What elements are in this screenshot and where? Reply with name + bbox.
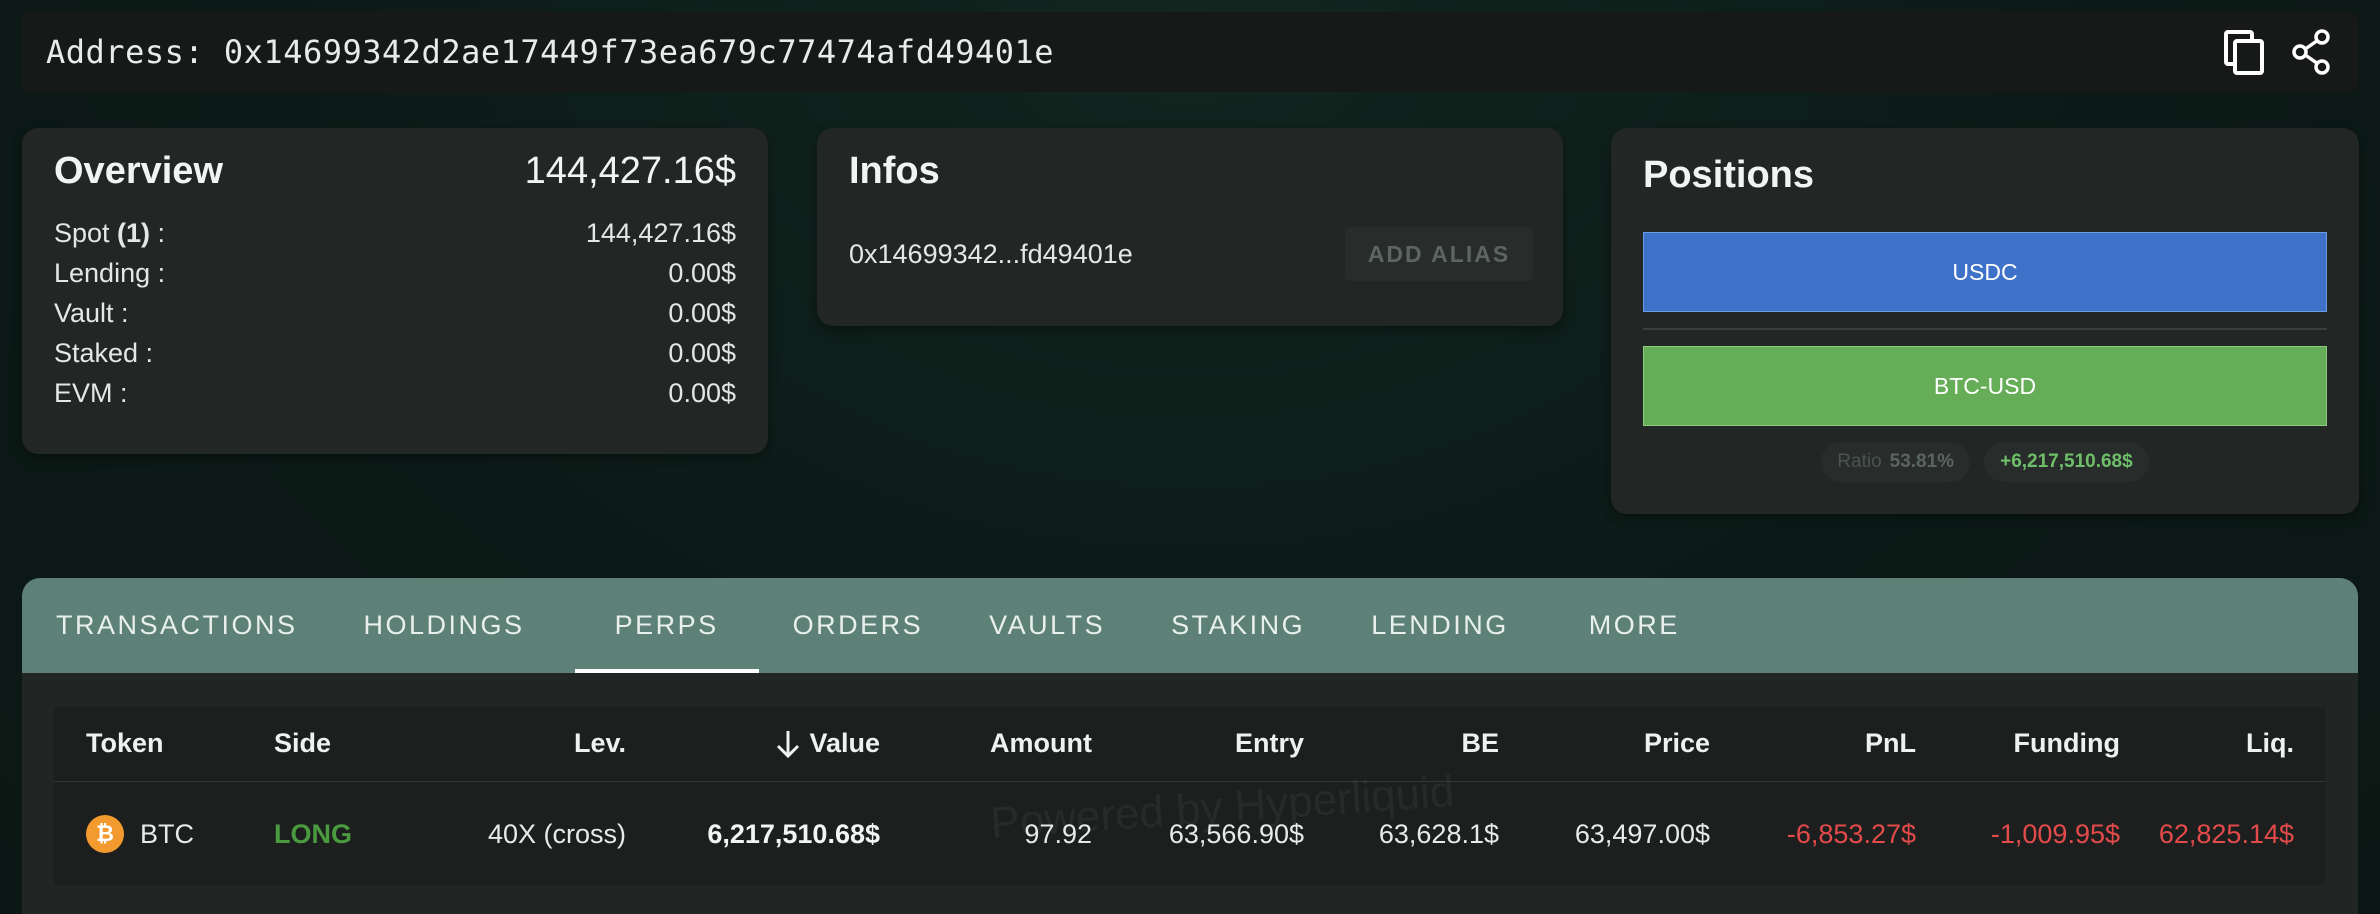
positions-stats: Ratio 53.81% +6,217,510.68$: [1611, 442, 2359, 482]
address-actions: [2220, 28, 2336, 76]
positions-divider: [1643, 328, 2327, 330]
token-symbol: BTC: [140, 818, 194, 849]
col-side[interactable]: Side: [274, 728, 331, 759]
perps-table: Token Side Lev. Value Amount Entry BE Pr…: [54, 706, 2326, 886]
cell-entry: 63,566.90$: [1168, 818, 1304, 849]
tab-orders[interactable]: ORDERS: [773, 578, 944, 673]
address-bar: Address: 0x14699342d2ae17449f73ea679c774…: [22, 12, 2358, 92]
table-header: Token Side Lev. Value Amount Entry BE Pr…: [54, 706, 2326, 782]
table-row[interactable]: Powered by Hyperliquid ₿ BTC LONG 40X (c…: [54, 767, 2326, 886]
col-value: Value: [809, 728, 880, 758]
infos-title: Infos: [849, 150, 940, 192]
positions-card: Positions USDC BTC-USD Ratio 53.81% +6,2…: [1611, 128, 2359, 514]
short-address: 0x14699342...fd49401e: [849, 238, 1133, 269]
infos-row: 0x14699342...fd49401e ADD ALIAS: [849, 227, 1533, 281]
copy-icon[interactable]: [2220, 28, 2268, 76]
cell-amount: 97.92: [1024, 818, 1092, 849]
share-icon[interactable]: [2288, 28, 2336, 76]
overview-row-vault: Vault : 0.00$: [54, 293, 736, 333]
col-price[interactable]: Price: [1644, 728, 1710, 759]
tab-lending[interactable]: LENDING: [1351, 578, 1529, 673]
col-entry[interactable]: Entry: [1235, 728, 1304, 759]
cell-pnl: -6,853.27$: [1786, 818, 1916, 849]
overview-row-value: 0.00$: [668, 378, 736, 408]
arrow-down-icon: [777, 730, 800, 758]
ratio-chip: Ratio 53.81%: [1821, 442, 1971, 482]
col-token[interactable]: Token: [86, 728, 164, 759]
col-value-sorted[interactable]: Value: [773, 728, 880, 760]
overview-total: 144,427.16$: [524, 150, 736, 192]
overview-row-lending: Lending : 0.00$: [54, 253, 736, 293]
cell-be: 63,628.1$: [1378, 818, 1499, 849]
tab-vaults[interactable]: VAULTS: [969, 578, 1125, 673]
pnl-chip: +6,217,510.68$: [1984, 442, 2149, 482]
ratio-label: Ratio: [1837, 451, 1882, 472]
col-liq[interactable]: Liq.: [2246, 728, 2294, 759]
tab-transactions[interactable]: TRANSACTIONS: [36, 578, 318, 673]
address-text: Address: 0x14699342d2ae17449f73ea679c774…: [46, 33, 1055, 71]
tab-more[interactable]: MORE: [1569, 578, 1700, 673]
col-lev[interactable]: Lev.: [574, 728, 626, 759]
col-be[interactable]: BE: [1461, 728, 1499, 759]
cell-side: LONG: [274, 818, 352, 849]
positions-title: Positions: [1643, 154, 1815, 196]
overview-row-value: 0.00$: [668, 298, 736, 328]
cell-value: 6,217,510.68$: [707, 818, 880, 849]
overview-row-value: 0.00$: [668, 338, 736, 368]
overview-row-label: Lending :: [54, 258, 166, 288]
cell-token: ₿ BTC: [86, 815, 194, 853]
overview-row-staked: Staked : 0.00$: [54, 333, 736, 373]
overview-title: Overview: [54, 150, 223, 192]
cell-lev: 40X (cross): [487, 818, 626, 849]
position-bar-usdc[interactable]: USDC: [1643, 232, 2327, 312]
overview-row-value: 144,427.16$: [585, 218, 736, 248]
tab-holdings[interactable]: HOLDINGS: [344, 578, 545, 673]
infos-card: Infos 0x14699342...fd49401e ADD ALIAS: [817, 128, 1563, 326]
tab-bar: TRANSACTIONS HOLDINGS PERPS ORDERS VAULT…: [22, 578, 2358, 673]
cell-price: 63,497.00$: [1574, 818, 1710, 849]
col-amount[interactable]: Amount: [990, 728, 1092, 759]
tab-perps[interactable]: PERPS: [574, 578, 759, 673]
tab-staking[interactable]: STAKING: [1151, 578, 1325, 673]
overview-card: Overview 144,427.16$ Spot (1) : 144,427.…: [22, 128, 768, 454]
overview-row-spot: Spot (1) : 144,427.16$: [54, 213, 736, 253]
tabs-panel: TRANSACTIONS HOLDINGS PERPS ORDERS VAULT…: [22, 578, 2358, 914]
overview-row-value: 0.00$: [668, 258, 736, 288]
position-bar-btc-usd[interactable]: BTC-USD: [1643, 346, 2327, 426]
overview-row-label: Vault :: [54, 298, 129, 328]
col-pnl[interactable]: PnL: [1865, 728, 1916, 759]
ratio-value: 53.81%: [1889, 451, 1955, 472]
overview-row-label: EVM :: [54, 378, 128, 408]
overview-row-evm: EVM : 0.00$: [54, 373, 736, 413]
overview-row-label: Spot (1) :: [54, 218, 166, 248]
cell-funding: -1,009.95$: [1990, 818, 2120, 849]
col-funding[interactable]: Funding: [2014, 728, 2120, 759]
overview-row-label: Staked :: [54, 338, 154, 368]
add-alias-button[interactable]: ADD ALIAS: [1345, 227, 1533, 281]
cell-liq: 62,825.14$: [2158, 818, 2294, 849]
bitcoin-icon: ₿: [86, 815, 124, 853]
